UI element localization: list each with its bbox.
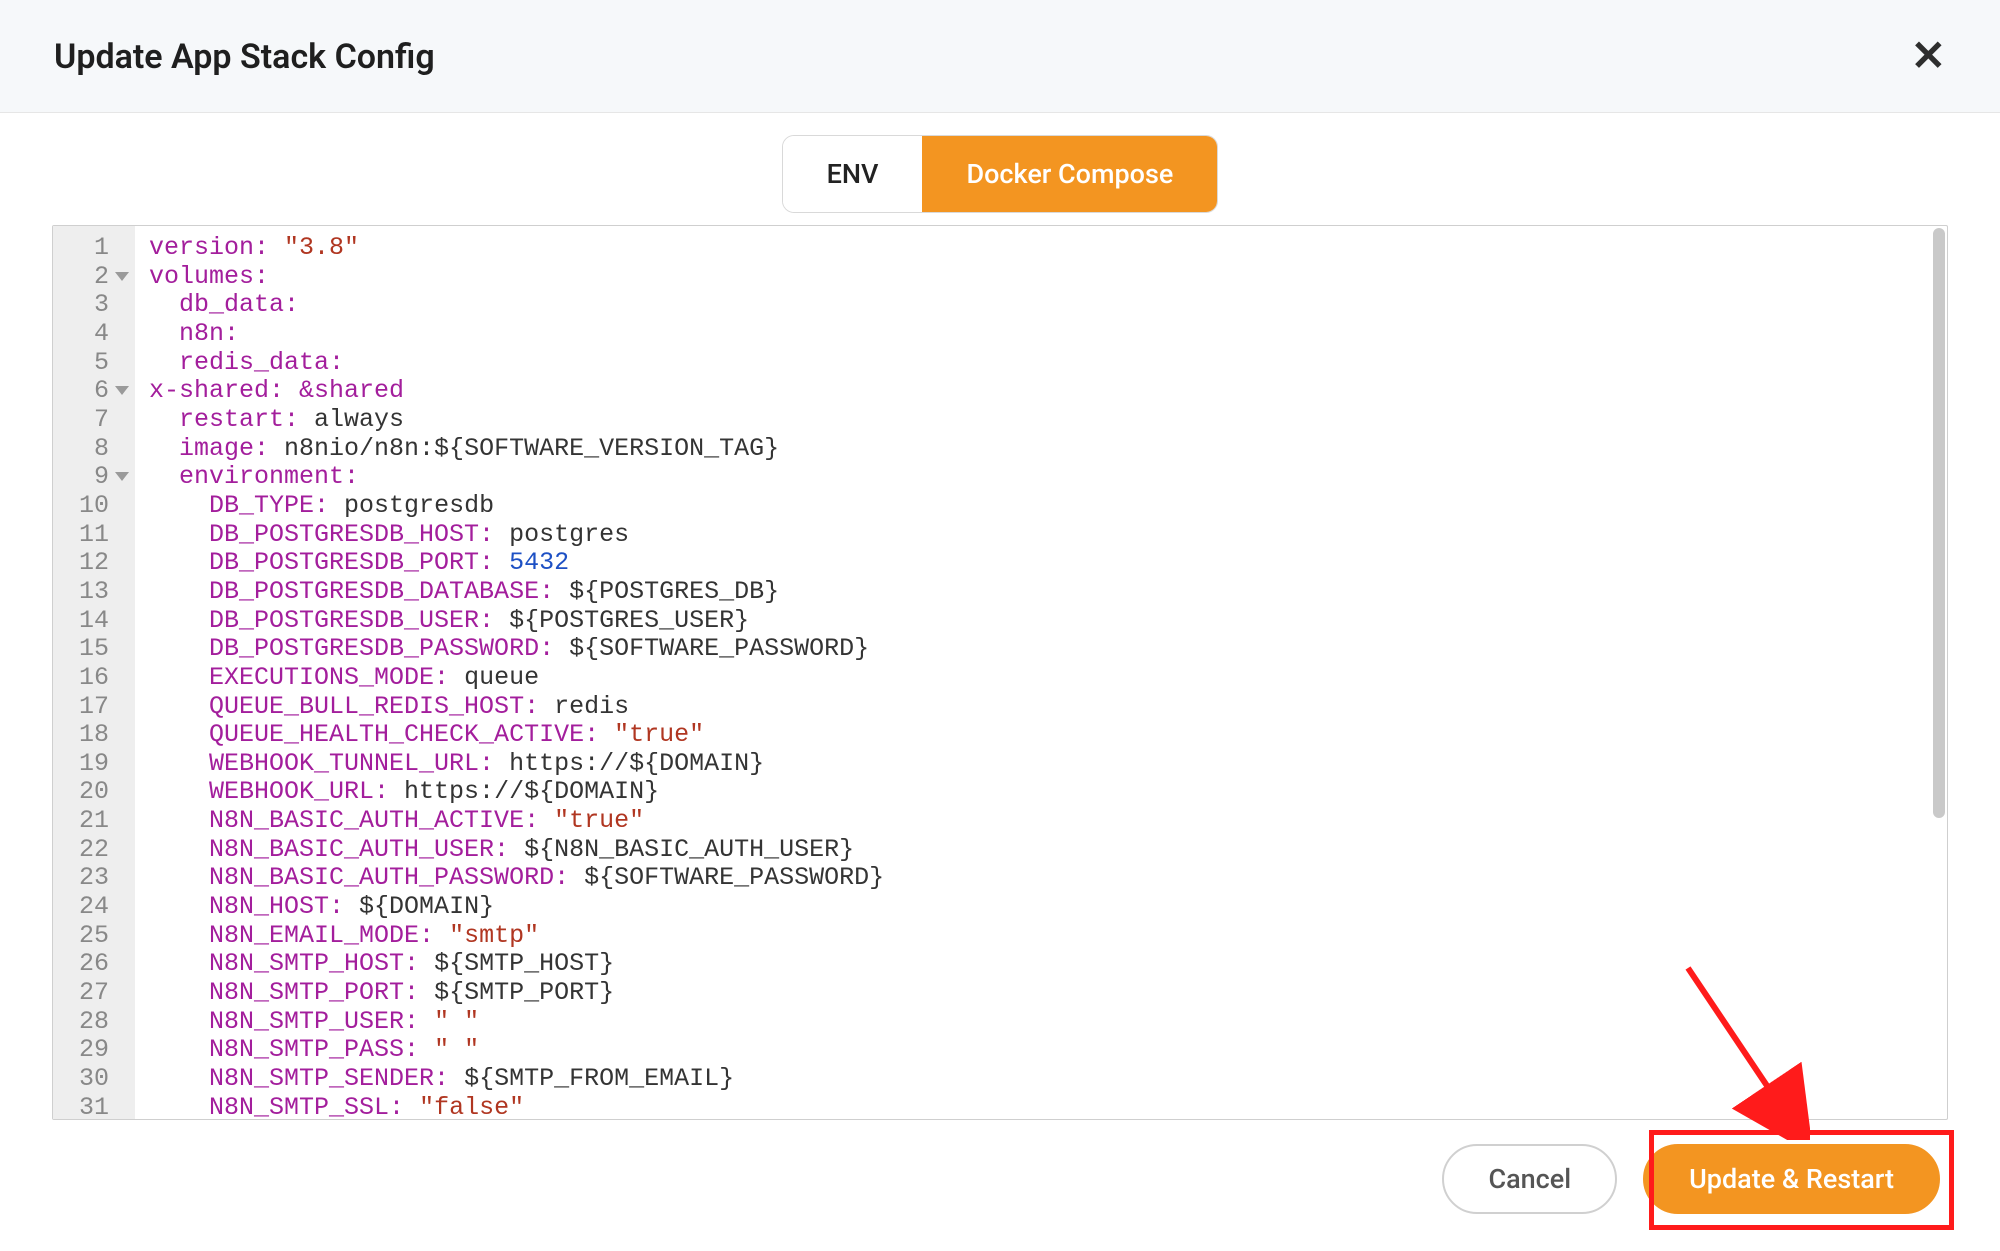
code-line[interactable]: DB_POSTGRESDB_HOST: postgres — [149, 521, 1947, 550]
gutter-line: 27 — [53, 979, 123, 1008]
code-line[interactable]: restart: always — [149, 406, 1947, 435]
code-line[interactable]: N8N_BASIC_AUTH_USER: ${N8N_BASIC_AUTH_US… — [149, 836, 1947, 865]
code-line[interactable]: version: "3.8" — [149, 234, 1947, 263]
fold-marker-icon[interactable] — [115, 272, 129, 281]
tabs: ENV Docker Compose — [782, 135, 1219, 213]
gutter-line: 20 — [53, 778, 123, 807]
code-line[interactable]: N8N_BASIC_AUTH_ACTIVE: "true" — [149, 807, 1947, 836]
gutter-line: 2 — [53, 263, 123, 292]
gutter-line: 16 — [53, 664, 123, 693]
tab-env[interactable]: ENV — [783, 136, 923, 212]
gutter-line: 30 — [53, 1065, 123, 1094]
code-line[interactable]: image: n8nio/n8n:${SOFTWARE_VERSION_TAG} — [149, 435, 1947, 464]
code-line[interactable]: EXECUTIONS_MODE: queue — [149, 664, 1947, 693]
code-line[interactable]: N8N_SMTP_USER: " " — [149, 1008, 1947, 1037]
gutter-line: 18 — [53, 721, 123, 750]
modal-header: Update App Stack Config ✕ — [0, 0, 2000, 113]
code-line[interactable]: WEBHOOK_TUNNEL_URL: https://${DOMAIN} — [149, 750, 1947, 779]
code-line[interactable]: QUEUE_BULL_REDIS_HOST: redis — [149, 693, 1947, 722]
gutter-line: 13 — [53, 578, 123, 607]
gutter-line: 21 — [53, 807, 123, 836]
tab-docker-compose[interactable]: Docker Compose — [922, 136, 1217, 212]
gutter-line: 25 — [53, 922, 123, 951]
tabs-container: ENV Docker Compose — [0, 113, 2000, 225]
code-line[interactable]: WEBHOOK_URL: https://${DOMAIN} — [149, 778, 1947, 807]
gutter-line: 6 — [53, 377, 123, 406]
update-restart-button[interactable]: Update & Restart — [1643, 1144, 1940, 1214]
code-line[interactable]: DB_POSTGRESDB_PASSWORD: ${SOFTWARE_PASSW… — [149, 635, 1947, 664]
code-line[interactable]: DB_POSTGRESDB_DATABASE: ${POSTGRES_DB} — [149, 578, 1947, 607]
code-line[interactable]: x-shared: &shared — [149, 377, 1947, 406]
gutter-line: 14 — [53, 607, 123, 636]
code-line[interactable]: N8N_SMTP_SSL: "false" — [149, 1094, 1947, 1119]
code-line[interactable]: DB_POSTGRESDB_PORT: 5432 — [149, 549, 1947, 578]
gutter-line: 1 — [53, 234, 123, 263]
gutter-line: 28 — [53, 1008, 123, 1037]
modal-title: Update App Stack Config — [54, 37, 435, 77]
code-line[interactable]: N8N_SMTP_HOST: ${SMTP_HOST} — [149, 950, 1947, 979]
code-editor[interactable]: 1234567891011121314151617181920212223242… — [52, 225, 1948, 1120]
gutter-line: 19 — [53, 750, 123, 779]
fold-marker-icon[interactable] — [115, 386, 129, 395]
code-line[interactable]: n8n: — [149, 320, 1947, 349]
gutter-line: 29 — [53, 1036, 123, 1065]
gutter-line: 12 — [53, 549, 123, 578]
gutter-line: 17 — [53, 693, 123, 722]
code-line[interactable]: environment: — [149, 463, 1947, 492]
code-line[interactable]: N8N_SMTP_PORT: ${SMTP_PORT} — [149, 979, 1947, 1008]
editor-gutter: 1234567891011121314151617181920212223242… — [53, 226, 135, 1119]
code-line[interactable]: volumes: — [149, 263, 1947, 292]
gutter-line: 8 — [53, 435, 123, 464]
code-line[interactable]: N8N_SMTP_SENDER: ${SMTP_FROM_EMAIL} — [149, 1065, 1947, 1094]
code-line[interactable]: N8N_EMAIL_MODE: "smtp" — [149, 922, 1947, 951]
code-line[interactable]: N8N_SMTP_PASS: " " — [149, 1036, 1947, 1065]
editor-code[interactable]: version: "3.8"volumes: db_data: n8n: red… — [135, 226, 1947, 1119]
close-icon[interactable]: ✕ — [1911, 36, 1946, 78]
code-line[interactable]: QUEUE_HEALTH_CHECK_ACTIVE: "true" — [149, 721, 1947, 750]
editor-scrollbar[interactable] — [1933, 228, 1945, 818]
cancel-button[interactable]: Cancel — [1442, 1144, 1617, 1214]
gutter-line: 31 — [53, 1094, 123, 1119]
modal-footer: Cancel Update & Restart — [0, 1120, 2000, 1214]
gutter-line: 3 — [53, 291, 123, 320]
gutter-line: 24 — [53, 893, 123, 922]
gutter-line: 4 — [53, 320, 123, 349]
code-line[interactable]: db_data: — [149, 291, 1947, 320]
gutter-line: 5 — [53, 349, 123, 378]
gutter-line: 22 — [53, 836, 123, 865]
code-line[interactable]: N8N_BASIC_AUTH_PASSWORD: ${SOFTWARE_PASS… — [149, 864, 1947, 893]
gutter-line: 7 — [53, 406, 123, 435]
code-line[interactable]: N8N_HOST: ${DOMAIN} — [149, 893, 1947, 922]
code-line[interactable]: DB_TYPE: postgresdb — [149, 492, 1947, 521]
fold-marker-icon[interactable] — [115, 472, 129, 481]
gutter-line: 26 — [53, 950, 123, 979]
gutter-line: 15 — [53, 635, 123, 664]
code-line[interactable]: redis_data: — [149, 349, 1947, 378]
gutter-line: 23 — [53, 864, 123, 893]
code-line[interactable]: DB_POSTGRESDB_USER: ${POSTGRES_USER} — [149, 607, 1947, 636]
gutter-line: 10 — [53, 492, 123, 521]
gutter-line: 11 — [53, 521, 123, 550]
gutter-line: 9 — [53, 463, 123, 492]
